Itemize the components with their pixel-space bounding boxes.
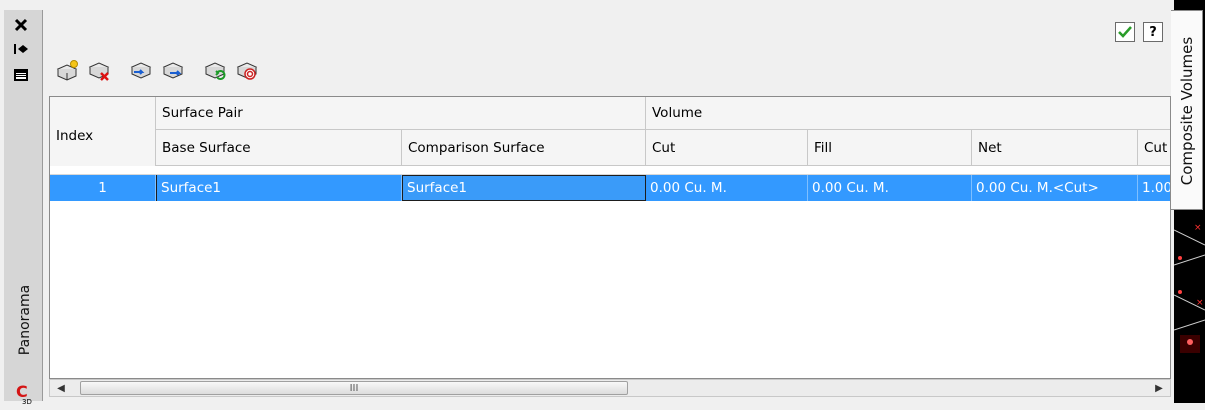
column-header-fill-label: Fill [814,139,833,156]
header-spacer [50,166,1170,175]
cell-index-value: 1 [98,180,107,196]
autohide-button[interactable] [12,40,30,58]
column-group-volume-label: Volume [652,105,703,121]
panorama-label: Panorama [17,284,33,356]
export-volume-entry-button[interactable] [160,58,186,84]
scroll-left-button[interactable]: ◀ [52,380,70,396]
import-volume-entry-icon [130,62,152,79]
volumes-table: Index Surface Pair Volume Base Surface C… [49,96,1171,379]
palette-titlebar[interactable]: Panorama C 3D [4,10,43,406]
column-header-net-label: Net [978,139,1002,156]
recompute-volumes-icon [204,62,226,80]
bounded-volume-button[interactable] [234,58,260,84]
column-header-base-surface-label: Base Surface [162,139,251,156]
close-icon [14,18,28,32]
column-header-base-surface[interactable]: Base Surface [156,130,402,166]
bounded-volume-icon [236,62,258,80]
composite-volumes-panel: ? Index Surface Pair Volume Base Surface… [46,10,1171,401]
column-group-surface-pair: Surface Pair [156,97,646,130]
scrollbar-thumb[interactable]: III [80,381,628,395]
properties-icon [14,69,28,81]
column-header-index[interactable]: Index [50,97,156,175]
cell-fill[interactable]: 0.00 Cu. M. [808,175,972,201]
scroll-right-button[interactable]: ▶ [1150,380,1168,396]
create-volume-entry-icon [56,60,78,81]
close-button[interactable] [12,16,30,34]
svg-text:×: × [1194,223,1202,233]
cell-cut-factor-value: 1.00 [1142,180,1171,196]
autohide-icon [14,44,28,54]
cell-base-surface[interactable]: Surface1 [156,175,402,201]
horizontal-scrollbar[interactable]: ◀ III ▶ [49,379,1171,397]
civil3d-app-icon: C 3D [13,382,35,406]
panel-controls: ? [1115,22,1163,42]
column-header-cut-factor[interactable]: Cut [1138,130,1170,166]
recompute-volumes-button[interactable] [202,58,228,84]
column-header-cut-factor-label: Cut [1144,139,1168,156]
checkmark-icon [1118,26,1132,38]
scrollbar-grip: III [349,382,359,394]
create-volume-entry-button[interactable] [54,58,80,84]
properties-button[interactable] [12,66,30,84]
column-header-fill[interactable]: Fill [808,130,972,166]
column-group-volume: Volume [646,97,1170,130]
scroll-right-icon: ▶ [1155,382,1163,394]
delete-volume-entry-button[interactable] [86,58,112,84]
column-header-comparison-surface-label: Comparison Surface [408,139,545,156]
cell-cut-factor[interactable]: 1.00 [1138,175,1171,201]
column-group-surface-pair-label: Surface Pair [162,105,243,121]
cell-net[interactable]: 0.00 Cu. M.<Cut> [972,175,1138,201]
ok-button[interactable] [1115,22,1135,42]
help-label: ? [1149,24,1157,40]
cell-index[interactable]: 1 [50,175,156,201]
column-header-cut[interactable]: Cut [646,130,808,166]
help-button[interactable]: ? [1143,22,1163,42]
cell-cut-value: 0.00 Cu. M. [650,180,727,196]
svg-text:×: × [1196,298,1204,308]
column-header-cut-label: Cut [652,139,676,156]
cell-fill-value: 0.00 Cu. M. [812,180,889,196]
cell-comparison-surface-value: Surface1 [407,180,468,196]
cell-comparison-surface[interactable]: Surface1 [402,175,646,201]
export-volume-entry-icon [162,62,184,79]
scroll-left-icon: ◀ [57,382,65,394]
svg-text:3D: 3D [22,398,32,406]
cell-cut[interactable]: 0.00 Cu. M. [646,175,808,201]
tab-composite-volumes-label: Composite Volumes [1178,36,1196,186]
cell-base-surface-value: Surface1 [161,180,222,196]
cell-net-value: 0.00 Cu. M.<Cut> [976,180,1099,196]
tab-composite-volumes[interactable]: Composite Volumes [1171,10,1203,210]
drawing-lines: × × [1174,223,1205,353]
column-header-index-label: Index [56,127,94,144]
column-header-comparison-surface[interactable]: Comparison Surface [402,130,646,166]
delete-volume-entry-icon [88,62,110,81]
import-volume-entry-button[interactable] [128,58,154,84]
column-header-net[interactable]: Net [972,130,1138,166]
